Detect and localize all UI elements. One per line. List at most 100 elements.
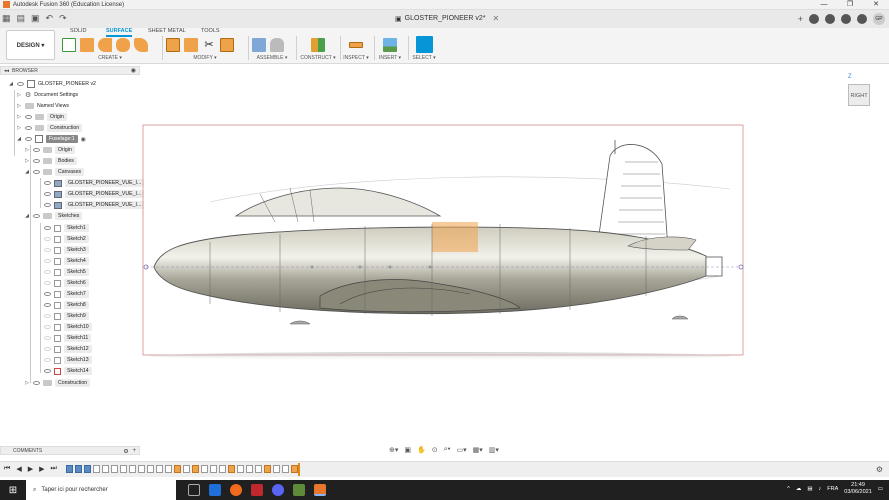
tree-item-sketches[interactable]: ◢ Sketches bbox=[24, 211, 83, 221]
timeline-sketch-item[interactable] bbox=[210, 465, 217, 473]
step-back-icon[interactable]: ◀ bbox=[16, 465, 21, 473]
visibility-eye-icon[interactable] bbox=[17, 82, 24, 86]
select-group-label[interactable]: SELECT ▾ bbox=[410, 55, 438, 61]
visibility-eye-icon[interactable] bbox=[44, 303, 51, 307]
tree-item-sketch[interactable]: Sketch4 bbox=[44, 256, 89, 266]
fit-icon[interactable]: ⌕▾ bbox=[444, 446, 451, 454]
visibility-eye-icon[interactable] bbox=[25, 137, 32, 141]
tab-sheet-metal[interactable]: SHEET METAL bbox=[148, 28, 186, 34]
timeline-sketch-item[interactable] bbox=[201, 465, 208, 473]
task-view-icon[interactable] bbox=[188, 484, 200, 496]
firefox-icon[interactable] bbox=[230, 484, 242, 496]
timeline-sketch-item[interactable] bbox=[237, 465, 244, 473]
expand-toggle-icon[interactable]: ◢ bbox=[24, 213, 30, 219]
expand-toggle-icon[interactable]: ▷ bbox=[16, 125, 22, 131]
timeline-canvas-item[interactable] bbox=[75, 465, 82, 473]
onedrive-icon[interactable]: ☁ bbox=[796, 486, 802, 492]
timeline-sketch-item[interactable] bbox=[102, 465, 109, 473]
comments-options-icon[interactable] bbox=[124, 449, 128, 453]
network-icon[interactable]: ▤ bbox=[807, 486, 812, 492]
tree-item-sketch[interactable]: Sketch5 bbox=[44, 267, 89, 277]
go-to-end-icon[interactable]: ⏭ bbox=[50, 465, 56, 473]
close-tab-icon[interactable]: ✕ bbox=[493, 14, 500, 23]
tab-solid[interactable]: SOLID bbox=[70, 28, 87, 34]
timeline-sketch-item[interactable] bbox=[273, 465, 280, 473]
expand-toggle-icon[interactable]: ▷ bbox=[16, 114, 22, 120]
tree-item-construction[interactable]: ▷ Construction bbox=[16, 123, 83, 133]
tree-item-origin[interactable]: ▷ Origin bbox=[24, 145, 75, 155]
user-avatar[interactable]: GP bbox=[873, 13, 885, 25]
sketch-point[interactable] bbox=[388, 265, 392, 269]
tree-item-sketch[interactable]: Sketch12 bbox=[44, 344, 92, 354]
tree-item-named-views[interactable]: ▷ Named Views bbox=[16, 101, 69, 111]
expand-toggle-icon[interactable]: ▷ bbox=[24, 158, 30, 164]
tree-item-origin[interactable]: ▷ Origin bbox=[16, 112, 67, 122]
tree-item-sketch[interactable]: Sketch1 bbox=[44, 223, 89, 233]
timeline-sketch-item[interactable] bbox=[165, 465, 172, 473]
browser-options-icon[interactable]: ◉ bbox=[131, 67, 136, 74]
new-tab-icon[interactable]: + bbox=[798, 14, 803, 24]
visibility-eye-icon[interactable] bbox=[44, 347, 51, 351]
inspect-group-label[interactable]: INSPECT ▾ bbox=[342, 55, 370, 61]
tree-root[interactable]: ◢ GLOSTER_PIONEER v2 bbox=[8, 79, 96, 89]
play-icon[interactable]: ▶ bbox=[28, 465, 33, 473]
visibility-eye-icon[interactable] bbox=[44, 281, 51, 285]
visibility-eye-icon[interactable] bbox=[44, 292, 51, 296]
tree-item-bodies[interactable]: ▷ Bodies bbox=[24, 156, 77, 166]
help-icon[interactable] bbox=[857, 14, 867, 24]
visibility-eye-icon[interactable] bbox=[44, 181, 51, 185]
minimize-button[interactable]: — bbox=[811, 0, 837, 10]
new-component-icon[interactable] bbox=[252, 37, 266, 52]
visibility-eye-icon[interactable] bbox=[25, 126, 32, 130]
tree-item-sketch[interactable]: Sketch14 bbox=[44, 366, 92, 376]
file-menu-icon[interactable]: ▤ bbox=[17, 13, 26, 24]
visibility-eye-icon[interactable] bbox=[44, 314, 51, 318]
visibility-eye-icon[interactable] bbox=[44, 248, 51, 252]
tray-expand-icon[interactable]: ^ bbox=[787, 486, 790, 492]
minecraft-icon[interactable] bbox=[293, 484, 305, 496]
document-tab[interactable]: ▣ GLOSTER_PIONEER v2* ✕ bbox=[395, 14, 499, 23]
maximize-button[interactable]: ❐ bbox=[837, 0, 863, 10]
timeline-sketch-item[interactable] bbox=[246, 465, 253, 473]
expand-comments-icon[interactable]: + bbox=[132, 447, 136, 455]
expand-toggle-icon[interactable]: ◢ bbox=[8, 81, 14, 87]
timeline-sketch-item[interactable] bbox=[282, 465, 289, 473]
timeline-canvas-item[interactable] bbox=[66, 465, 73, 473]
discord-icon[interactable] bbox=[272, 484, 284, 496]
assemble-group-label[interactable]: ASSEMBLE ▾ bbox=[252, 55, 292, 61]
visibility-eye-icon[interactable] bbox=[44, 336, 51, 340]
job-status-icon[interactable] bbox=[825, 14, 835, 24]
tree-item-sketch[interactable]: Sketch2 bbox=[44, 234, 89, 244]
selected-surface-highlight[interactable] bbox=[432, 222, 478, 252]
taskbar-search-box[interactable]: ⌕ Taper ici pour rechercher bbox=[26, 480, 176, 500]
offset-plane-icon[interactable] bbox=[311, 37, 325, 52]
loft-icon[interactable] bbox=[134, 37, 148, 52]
timeline-sketch-item[interactable] bbox=[129, 465, 136, 473]
sketch-point[interactable] bbox=[358, 265, 362, 269]
tree-item-canvas[interactable]: GLOSTER_PIONEER_VUE_I... bbox=[44, 200, 145, 210]
visibility-eye-icon[interactable] bbox=[44, 325, 51, 329]
select-arrow-icon[interactable] bbox=[415, 36, 433, 53]
language-indicator[interactable]: FRA bbox=[827, 486, 838, 492]
tree-item-sketch[interactable]: Sketch11 bbox=[44, 333, 92, 343]
tree-item-construction[interactable]: ▷ Construction bbox=[24, 378, 91, 388]
visibility-eye-icon[interactable] bbox=[33, 159, 40, 163]
visibility-eye-icon[interactable] bbox=[44, 259, 51, 263]
expand-toggle-icon[interactable]: ▷ bbox=[16, 92, 22, 98]
timeline-feature-item[interactable] bbox=[192, 465, 199, 473]
undo-icon[interactable]: ↶ bbox=[46, 13, 54, 24]
zoom-icon[interactable]: ⊙ bbox=[432, 446, 438, 454]
display-icon[interactable]: ▭▾ bbox=[456, 446, 466, 454]
timeline-feature-item[interactable] bbox=[228, 465, 235, 473]
visibility-eye-icon[interactable] bbox=[44, 358, 51, 362]
timeline-sketch-item[interactable] bbox=[147, 465, 154, 473]
stitch-icon[interactable] bbox=[220, 37, 234, 52]
go-to-start-icon[interactable]: ⏮ bbox=[4, 465, 10, 473]
create-sketch-icon[interactable] bbox=[62, 37, 76, 52]
model-viewport[interactable] bbox=[140, 64, 889, 444]
trim-icon[interactable] bbox=[184, 37, 198, 52]
visibility-eye-icon[interactable] bbox=[44, 270, 51, 274]
view-cube-face-right[interactable]: RIGHT bbox=[848, 84, 870, 106]
tree-item-sketch[interactable]: Sketch7 bbox=[44, 289, 89, 299]
joint-icon[interactable] bbox=[270, 37, 284, 52]
